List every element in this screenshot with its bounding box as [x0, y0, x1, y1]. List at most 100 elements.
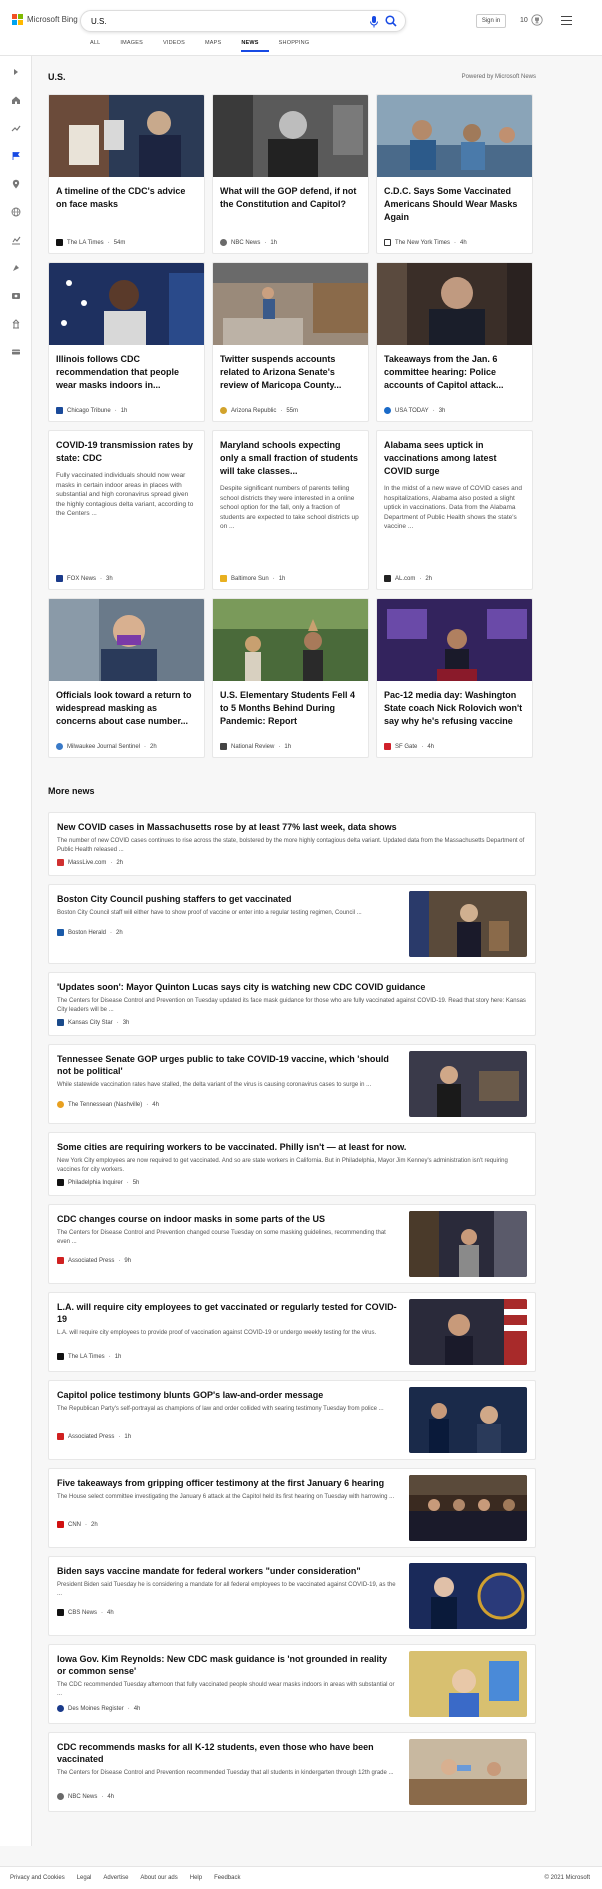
- item-title: Capitol police testimony blunts GOP's la…: [57, 1390, 324, 1400]
- item-thumbnail: [409, 1387, 527, 1453]
- more-news-item[interactable]: Boston City Council pushing staffers to …: [48, 884, 536, 964]
- section-title: U.S.: [48, 72, 66, 82]
- card-source: The LA Times · 54m: [56, 239, 125, 246]
- search-input[interactable]: [91, 15, 351, 28]
- item-description: The House select committee investigating…: [57, 1494, 395, 1500]
- card-title: Maryland schools expecting only a small …: [220, 440, 359, 476]
- about-ads-link[interactable]: About our ads: [140, 1875, 177, 1881]
- search-box: [80, 10, 406, 32]
- news-card[interactable]: Maryland schools expecting only a small …: [212, 430, 369, 590]
- legal-link[interactable]: Legal: [77, 1875, 92, 1881]
- card-source: FOX News · 3h: [56, 575, 113, 582]
- item-source: MassLive.com · 2h: [57, 859, 123, 866]
- card-image: [49, 263, 204, 345]
- privacy-link[interactable]: Privacy and Cookies: [10, 1875, 65, 1881]
- flag-icon[interactable]: [10, 150, 22, 162]
- news-card[interactable]: A timeline of the CDC's advice on face m…: [48, 94, 205, 254]
- news-card[interactable]: Twitter suspends accounts related to Ari…: [212, 262, 369, 422]
- source-logo-icon: [220, 239, 227, 246]
- news-card[interactable]: COVID-19 transmission rates by state: CD…: [48, 430, 205, 590]
- card-image: [377, 95, 532, 177]
- tab-all[interactable]: ALL: [90, 40, 110, 52]
- feedback-link[interactable]: Feedback: [214, 1875, 240, 1881]
- item-title: Boston City Council pushing staffers to …: [57, 894, 292, 904]
- card-source: AL.com · 2h: [384, 575, 432, 582]
- source-logo-icon: [57, 1353, 64, 1360]
- item-title: Biden says vaccine mandate for federal w…: [57, 1566, 361, 1576]
- globe-icon[interactable]: [10, 206, 22, 218]
- more-news-item[interactable]: Biden says vaccine mandate for federal w…: [48, 1556, 536, 1636]
- sign-in-button[interactable]: Sign in: [476, 14, 506, 28]
- card-description: Fully vaccinated individuals should now …: [56, 472, 194, 517]
- news-card[interactable]: U.S. Elementary Students Fell 4 to 5 Mon…: [212, 598, 369, 758]
- card-source: NBC News · 1h: [220, 239, 277, 246]
- science-icon[interactable]: [10, 318, 22, 330]
- tab-images[interactable]: IMAGES: [120, 40, 153, 52]
- card-image: [213, 263, 368, 345]
- bing-logo[interactable]: Microsoft Bing: [12, 14, 78, 25]
- tab-news[interactable]: NEWS: [241, 40, 269, 52]
- movie-icon[interactable]: [10, 290, 22, 302]
- powered-by[interactable]: Powered by Microsoft News: [462, 74, 536, 80]
- footer: Privacy and Cookies Legal Advertise Abou…: [0, 1866, 602, 1889]
- tab-maps[interactable]: MAPS: [205, 40, 231, 52]
- news-card[interactable]: Illinois follows CDC recommendation that…: [48, 262, 205, 422]
- more-news-item[interactable]: CDC recommends masks for all K-12 studen…: [48, 1732, 536, 1812]
- more-news-item[interactable]: Capitol police testimony blunts GOP's la…: [48, 1380, 536, 1460]
- source-logo-icon: [384, 407, 391, 414]
- location-icon[interactable]: [10, 178, 22, 190]
- microphone-icon[interactable]: [369, 16, 379, 28]
- source-logo-icon: [220, 407, 227, 414]
- microsoft-logo-icon: [12, 14, 23, 25]
- trending-icon[interactable]: [10, 122, 22, 134]
- help-link[interactable]: Help: [190, 1875, 202, 1881]
- more-news-item[interactable]: Iowa Gov. Kim Reynolds: New CDC mask gui…: [48, 1644, 536, 1724]
- card-image: [49, 599, 204, 681]
- card-source: USA TODAY · 3h: [384, 407, 445, 414]
- source-logo-icon: [56, 239, 63, 246]
- source-logo-icon: [56, 743, 63, 750]
- tab-videos[interactable]: VIDEOS: [163, 40, 195, 52]
- more-news-item[interactable]: L.A. will require city employees to get …: [48, 1292, 536, 1372]
- news-card[interactable]: Alabama sees uptick in vaccinations amon…: [376, 430, 533, 590]
- card-title: A timeline of the CDC's advice on face m…: [56, 186, 186, 209]
- home-icon[interactable]: [10, 94, 22, 106]
- item-source: Associated Press · 1h: [57, 1433, 131, 1440]
- left-rail: [0, 56, 32, 1846]
- sports-icon[interactable]: [10, 262, 22, 274]
- money-icon[interactable]: [10, 234, 22, 246]
- news-card[interactable]: Pac-12 media day: Washington State coach…: [376, 598, 533, 758]
- source-logo-icon: [57, 1101, 64, 1108]
- card-source: Chicago Tribune · 1h: [56, 407, 127, 414]
- item-thumbnail: [409, 1651, 527, 1717]
- more-news-item[interactable]: Five takeaways from gripping officer tes…: [48, 1468, 536, 1548]
- rewards-button[interactable]: 10: [520, 14, 543, 26]
- item-title: CDC changes course on indoor masks in so…: [57, 1214, 326, 1224]
- news-card[interactable]: Officials look toward a return to widesp…: [48, 598, 205, 758]
- news-card[interactable]: Takeaways from the Jan. 6 committee hear…: [376, 262, 533, 422]
- item-source: The Tennessean (Nashville) · 4h: [57, 1101, 159, 1108]
- card-description: In the midst of a new wave of COVID case…: [384, 485, 523, 530]
- menu-icon[interactable]: [561, 16, 572, 25]
- tab-shopping[interactable]: SHOPPING: [279, 40, 320, 52]
- more-news-item[interactable]: New COVID cases in Massachusetts rose by…: [48, 812, 536, 876]
- advertise-link[interactable]: Advertise: [103, 1875, 128, 1881]
- item-description: Boston City Council staff will either ha…: [57, 910, 362, 916]
- more-news-item[interactable]: CDC changes course on indoor masks in so…: [48, 1204, 536, 1284]
- more-news-item[interactable]: Some cities are requiring workers to be …: [48, 1132, 536, 1196]
- more-news-item[interactable]: Tennessee Senate GOP urges public to tak…: [48, 1044, 536, 1124]
- item-title: New COVID cases in Massachusetts rose by…: [57, 822, 397, 832]
- tech-icon[interactable]: [10, 346, 22, 358]
- item-description: The Centers for Disease Control and Prev…: [57, 998, 526, 1013]
- search-icon[interactable]: [385, 15, 397, 27]
- more-news-item[interactable]: 'Updates soon': Mayor Quinton Lucas says…: [48, 972, 536, 1036]
- item-thumbnail: [409, 1739, 527, 1805]
- item-title: Tennessee Senate GOP urges public to tak…: [57, 1054, 389, 1076]
- card-source: The New York Times · 4h: [384, 239, 467, 246]
- item-thumbnail: [409, 1051, 527, 1117]
- card-image: [213, 599, 368, 681]
- news-card[interactable]: What will the GOP defend, if not the Con…: [212, 94, 369, 254]
- card-description: Despite significant numbers of parents t…: [220, 485, 359, 530]
- expand-icon[interactable]: [10, 66, 22, 78]
- news-card[interactable]: C.D.C. Says Some Vaccinated Americans Sh…: [376, 94, 533, 254]
